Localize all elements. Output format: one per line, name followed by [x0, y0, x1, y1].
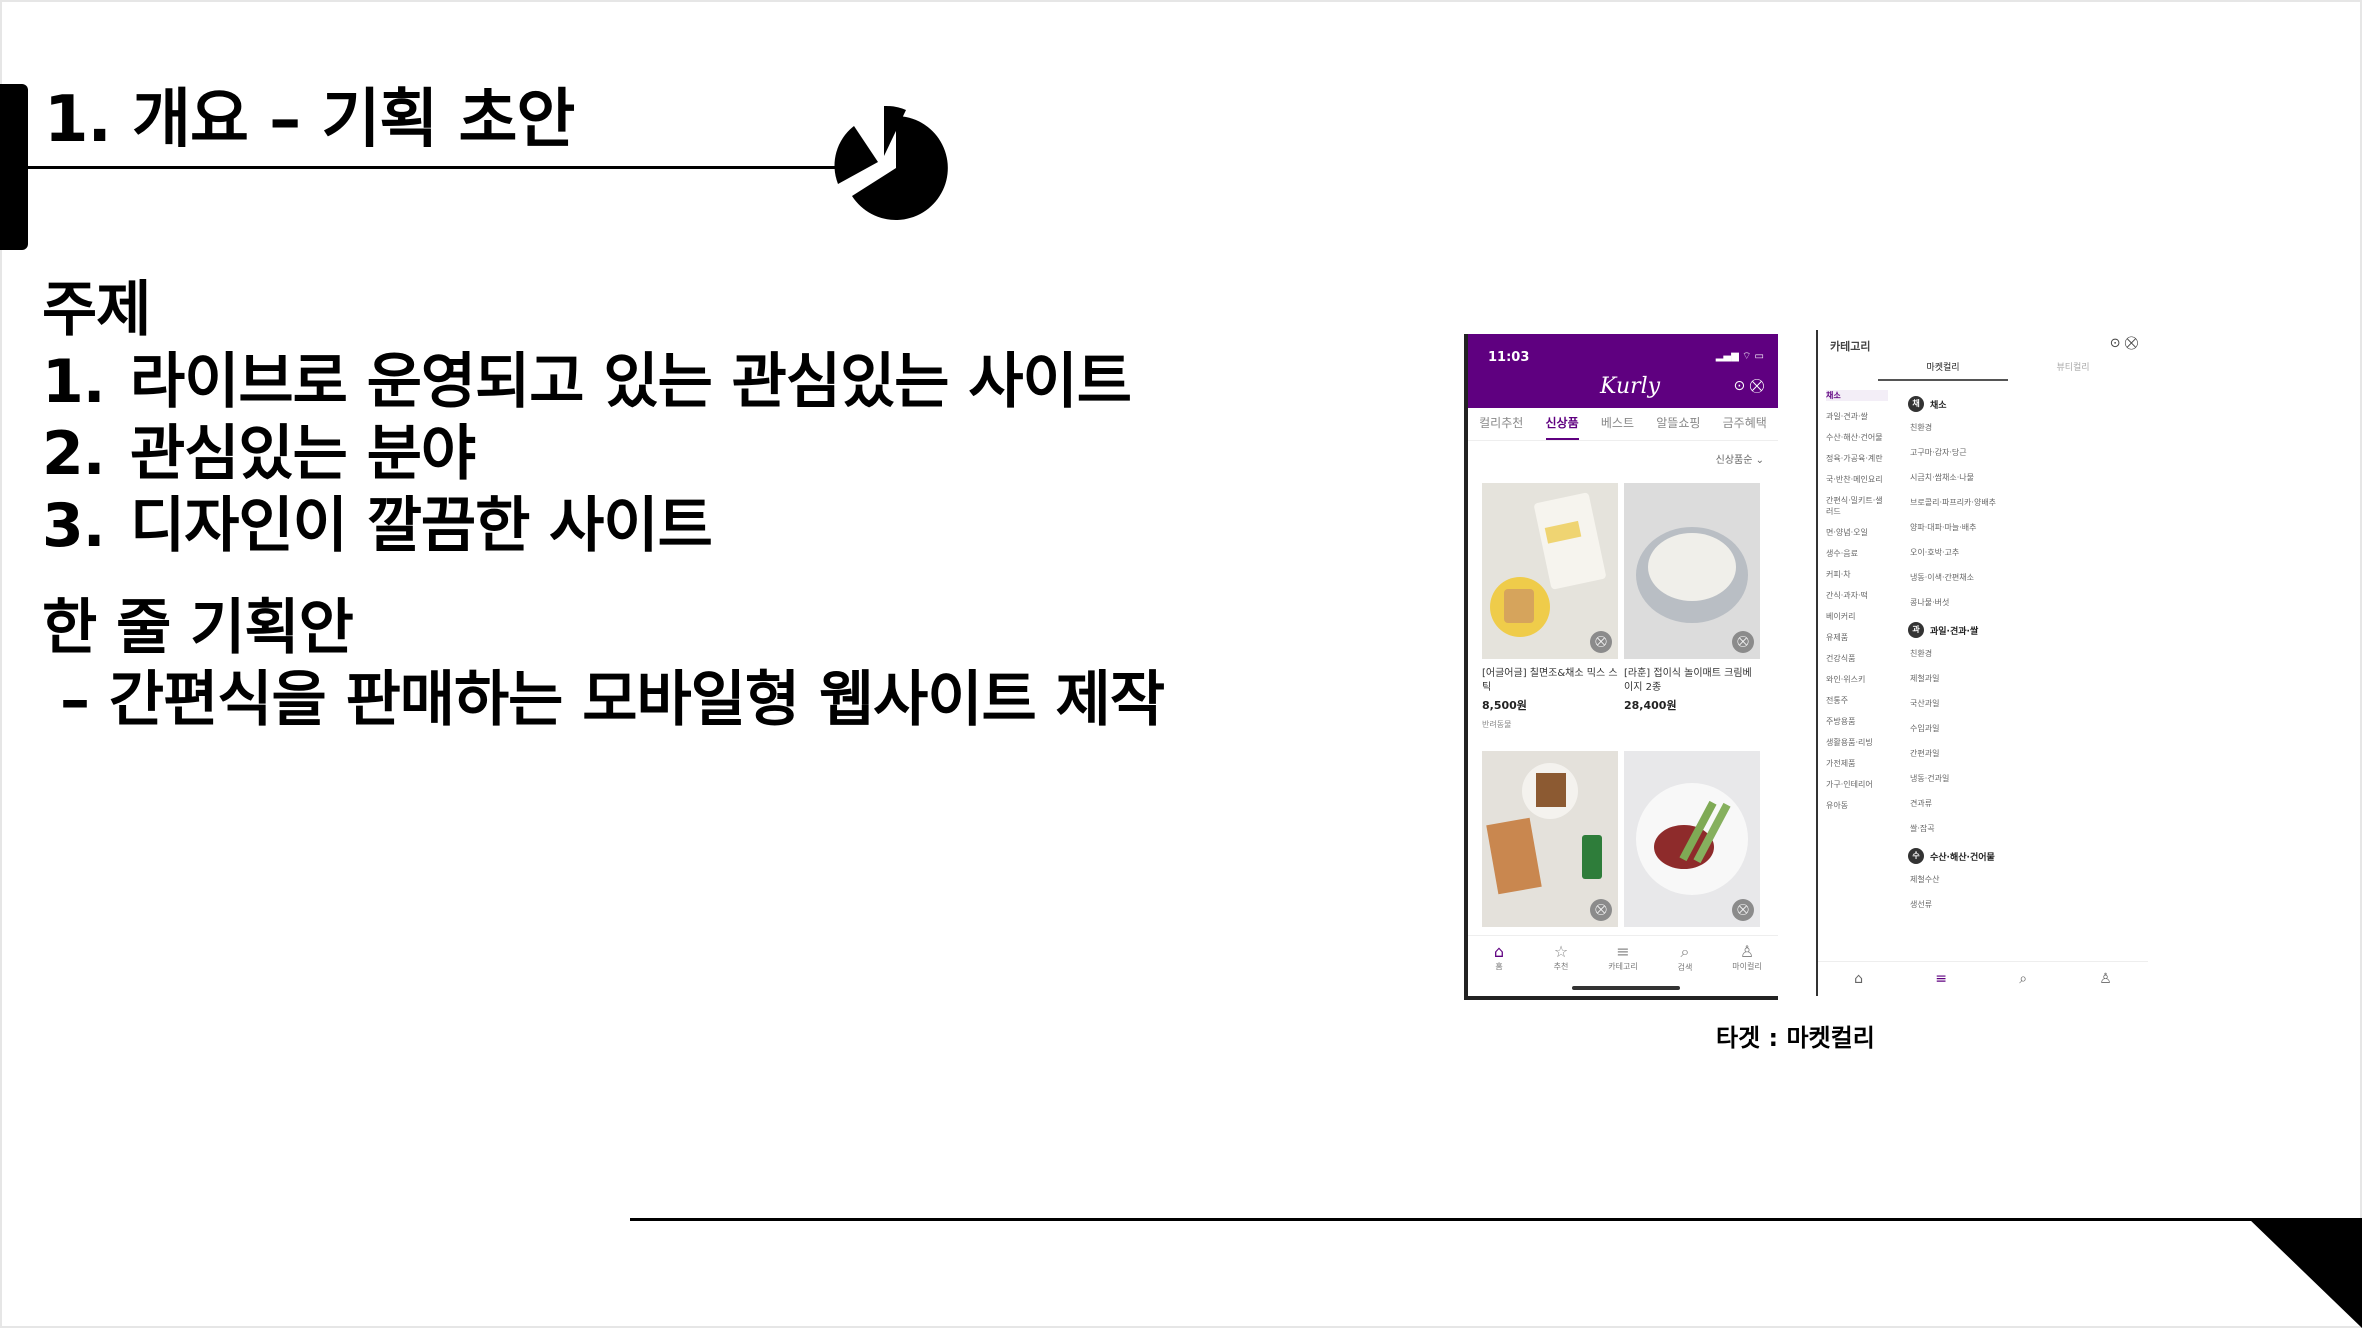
corner-triangle	[2248, 1218, 2362, 1328]
